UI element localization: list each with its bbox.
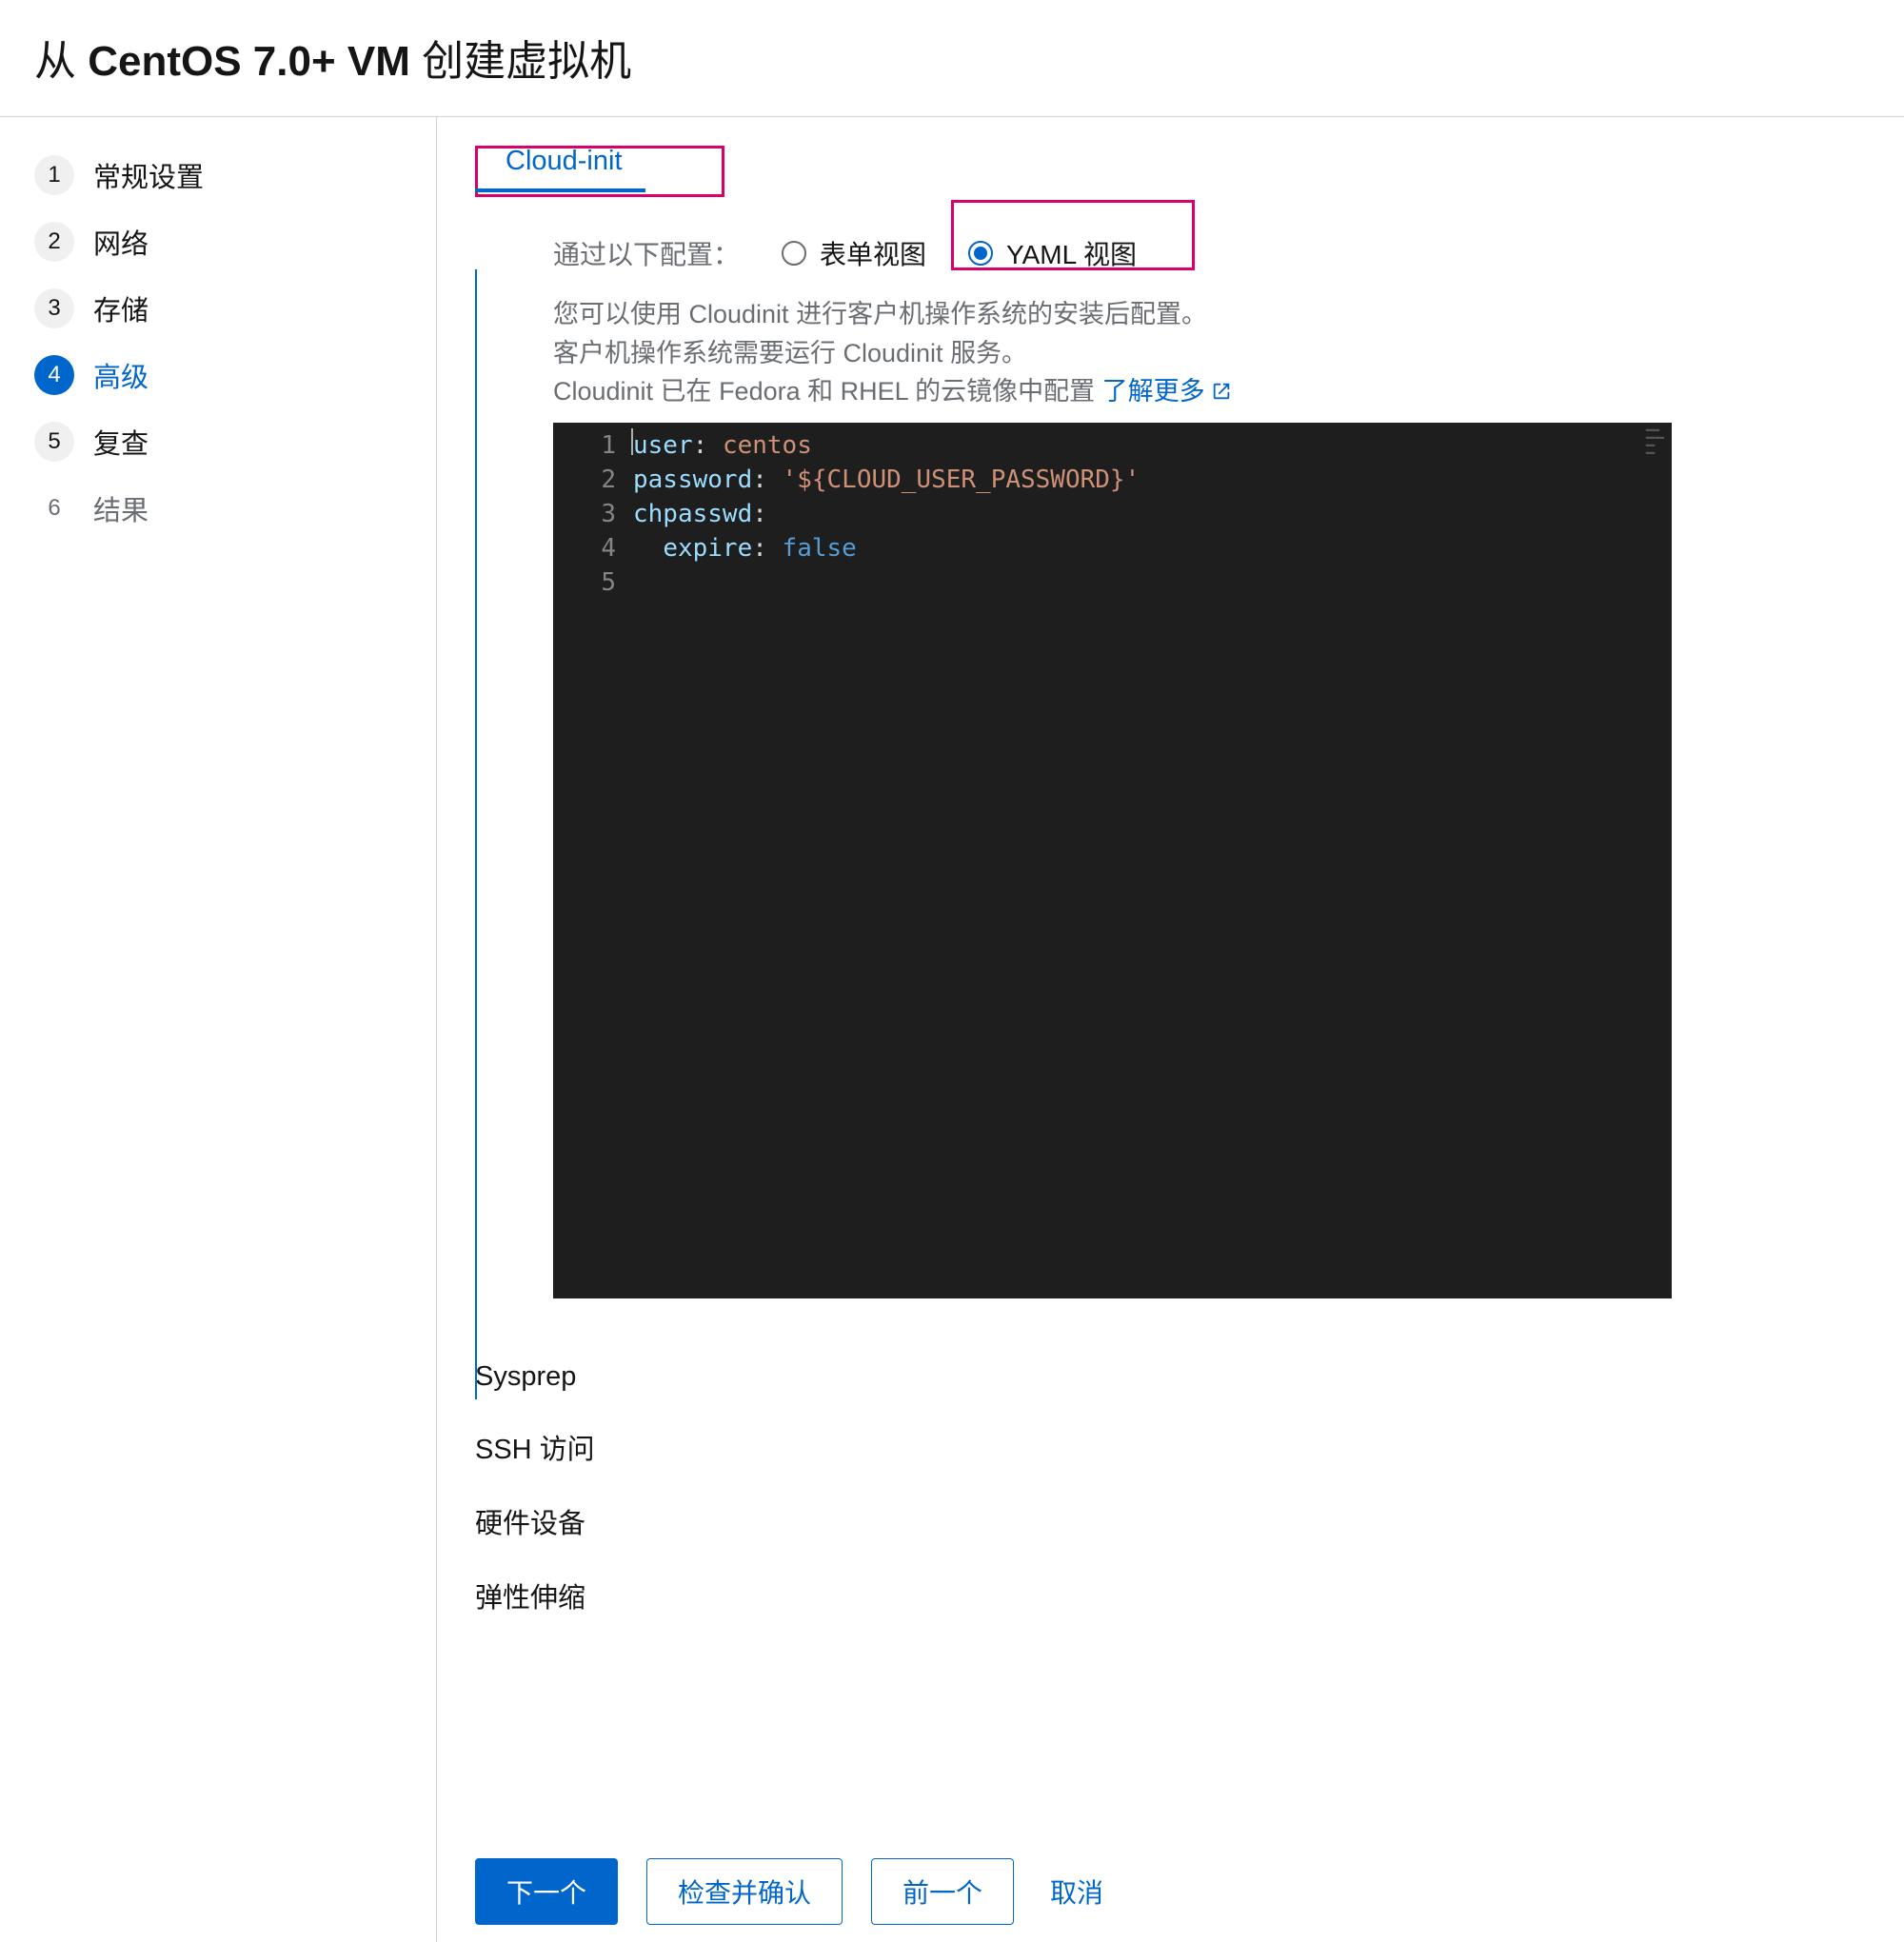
cloud-init-content: 通过以下配置： 表单视图 YAML 视图 您可以使用 Cloudin [475,192,1870,1298]
section-autoscale[interactable]: 弹性伸缩 [475,1558,1870,1633]
desc-line: 您可以使用 Cloudinit 进行客户机操作系统的安装后配置。 [553,295,1870,334]
title-suffix: 创建虚拟机 [410,38,631,85]
step-number: 5 [34,422,74,462]
step-label: 存储 [93,288,149,328]
wizard-step-result: 6 结果 [34,475,402,542]
code-line: password: '${CLOUD_USER_PASSWORD}' [633,463,1567,497]
editor-cursor [631,428,633,455]
step-number: 4 [34,355,74,395]
radio-icon [782,241,806,266]
title-bold: CentOS 7.0+ VM [88,38,410,85]
wizard-step-general[interactable]: 1 常规设置 [34,142,402,208]
step-label: 网络 [93,222,149,262]
tab-row: Cloud-init [475,146,1870,192]
desc-line: Cloudinit 已在 Fedora 和 RHEL 的云镜像中配置 了解更多 [553,372,1870,413]
page-header: 从 CentOS 7.0+ VM 创建虚拟机 [0,0,1904,116]
desc-line: 客户机操作系统需要运行 Cloudinit 服务。 [553,334,1870,373]
yaml-editor[interactable]: 1 2 3 4 5 user: centos password: '${CLOU… [553,423,1672,1298]
code-line: user: centos [633,428,1567,463]
section-hardware[interactable]: 硬件设备 [475,1484,1870,1558]
code-line: chpasswd: [633,497,1567,531]
wizard-steps-sidebar: 1 常规设置 2 网络 3 存储 4 高级 5 复查 6 结果 [0,117,436,1942]
tab-label: Cloud-init [506,146,623,176]
page-title: 从 CentOS 7.0+ VM 创建虚拟机 [34,27,1870,88]
radio-form-view[interactable]: 表单视图 [782,234,926,272]
line-number: 3 [553,497,616,531]
wizard-footer: 下一个 检查并确认 前一个 取消 [475,1839,1870,1925]
minimap-content: ▬▬▬▬▬▬▬▬▬▬▬ [1646,426,1664,457]
step-label: 结果 [93,488,149,528]
step-number: 6 [34,488,74,528]
advanced-sections: Sysprep SSH 访问 硬件设备 弹性伸缩 [475,1344,1870,1633]
config-label: 通过以下配置： [553,234,740,272]
previous-button[interactable]: 前一个 [871,1858,1014,1925]
step-label: 复查 [93,422,149,462]
external-link-icon [1211,374,1232,413]
section-ssh[interactable]: SSH 访问 [475,1410,1870,1484]
line-number: 4 [553,531,616,565]
radio-yaml-view[interactable]: YAML 视图 [968,234,1137,272]
line-number: 2 [553,463,616,497]
section-sysprep[interactable]: Sysprep [475,1344,1870,1410]
check-confirm-button[interactable]: 检查并确认 [646,1858,843,1925]
desc-text: Cloudinit 已在 Fedora 和 RHEL 的云镜像中配置 [553,377,1102,406]
link-text: 了解更多 [1102,377,1205,406]
cancel-button[interactable]: 取消 [1042,1859,1111,1924]
step-number: 2 [34,222,74,262]
editor-code[interactable]: user: centos password: '${CLOUD_USER_PAS… [629,423,1567,1298]
step-label: 常规设置 [93,155,204,195]
editor-minimap[interactable]: ▬▬▬▬▬▬▬▬▬▬▬ [1567,423,1672,1298]
step-label: 高级 [93,355,149,395]
radio-label: 表单视图 [820,234,926,272]
wizard-step-advanced[interactable]: 4 高级 [34,342,402,408]
editor-gutter: 1 2 3 4 5 [553,423,629,1298]
config-view-row: 通过以下配置： 表单视图 YAML 视图 [553,234,1870,272]
line-number: 1 [553,428,616,463]
next-button[interactable]: 下一个 [475,1858,618,1925]
cloud-init-description: 您可以使用 Cloudinit 进行客户机操作系统的安装后配置。 客户机操作系统… [553,295,1870,413]
wizard-step-network[interactable]: 2 网络 [34,208,402,275]
learn-more-link[interactable]: 了解更多 [1102,377,1232,406]
line-number: 5 [553,565,616,600]
step-number: 3 [34,288,74,328]
main-panel: Cloud-init 通过以下配置： 表单视图 YAML 视图 [436,117,1904,1942]
radio-yaml-group: YAML 视图 [968,234,1137,272]
title-prefix: 从 [34,38,88,85]
tab-cloud-init[interactable]: Cloud-init [475,146,645,192]
wizard-step-review[interactable]: 5 复查 [34,408,402,475]
code-line: expire: false [633,531,1567,565]
radio-label: YAML 视图 [1006,234,1137,272]
step-number: 1 [34,155,74,195]
wizard-step-storage[interactable]: 3 存储 [34,275,402,342]
radio-icon [968,241,993,266]
